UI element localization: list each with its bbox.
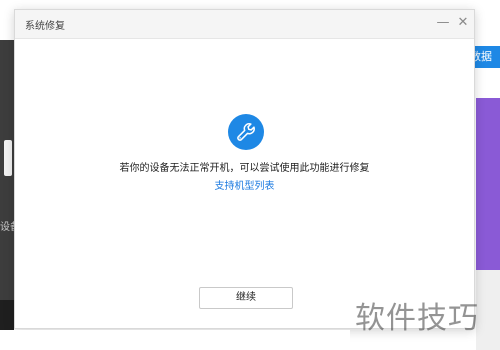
- background-bottom-strip: [0, 330, 350, 350]
- background-left-tab: [4, 140, 12, 176]
- close-button[interactable]: ✕: [455, 15, 471, 31]
- wrench-icon: [228, 114, 264, 150]
- dialog-title: 系统修复: [25, 21, 65, 32]
- background-left-panel: [0, 40, 14, 330]
- wrench-icon-glyph: [237, 123, 255, 141]
- watermark-text: 软件技巧: [355, 301, 479, 336]
- supported-models-link[interactable]: 支持机型列表: [15, 177, 474, 192]
- repair-message: 若你的设备无法正常开机，可以尝试使用此功能进行修复: [119, 163, 370, 174]
- background-left-footer: [0, 300, 14, 330]
- system-repair-dialog: 系统修复 — ✕ 若你的设备无法正常开机，可以尝试使用此功能进行修复 支持机型列…: [14, 9, 475, 329]
- background-right-purple-panel: [476, 98, 500, 270]
- minimize-button[interactable]: —: [435, 15, 451, 31]
- dialog-titlebar: 系统修复 — ✕: [15, 10, 474, 39]
- background-right-grey-panel: [476, 270, 500, 350]
- continue-button[interactable]: 继续: [199, 287, 293, 309]
